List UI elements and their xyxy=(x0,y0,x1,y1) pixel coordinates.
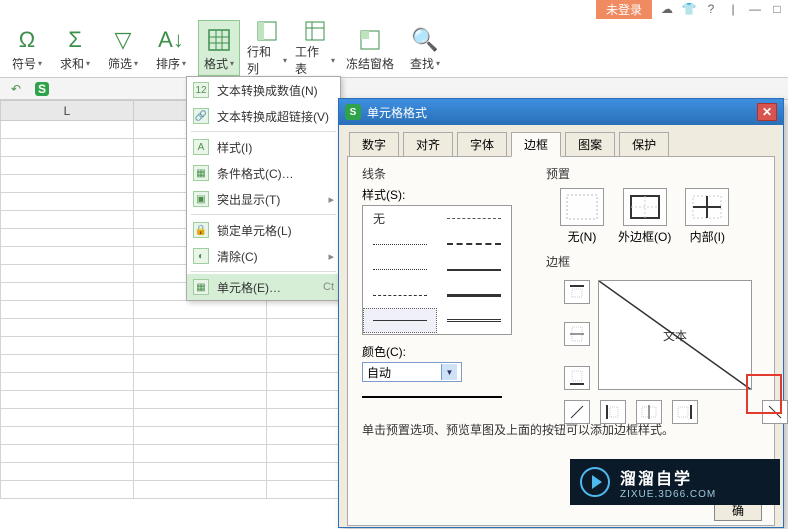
sort-icon: A↓ xyxy=(158,25,184,55)
ribbon-filter[interactable]: ▽ 筛选▾ xyxy=(102,20,144,76)
window-title-bar: 未登录 ☁ 👕 ? | — □ xyxy=(0,0,788,18)
hint-text: 单击预置选项、预览草图及上面的按钮可以添加边框样式。 xyxy=(362,421,674,438)
preset-group-label: 预置 xyxy=(546,165,776,182)
preset-outline[interactable]: 外边框(O) xyxy=(618,188,671,245)
close-button[interactable]: ✕ xyxy=(757,103,777,121)
line-group-label: 线条 xyxy=(362,165,532,182)
line-style-list[interactable]: 无 xyxy=(362,205,512,335)
number-icon: 12 xyxy=(193,82,209,98)
ribbon-find[interactable]: 🔍 查找▾ xyxy=(404,20,446,76)
line-style-dot[interactable] xyxy=(363,232,437,257)
line-style-dot2[interactable] xyxy=(363,257,437,282)
help-icon[interactable]: ? xyxy=(704,2,718,16)
border-top-button[interactable] xyxy=(564,280,590,304)
menu-clear[interactable]: ◐ 清除(C) ▸ xyxy=(187,243,340,269)
ribbon-symbol[interactable]: Ω 符号▾ xyxy=(6,20,48,76)
rowcol-icon xyxy=(255,19,279,43)
preview-text: 文本 xyxy=(663,327,687,344)
preset-none[interactable]: 无(N) xyxy=(560,188,604,245)
skin-icon[interactable]: 👕 xyxy=(682,2,696,16)
back-icon[interactable]: ↶ xyxy=(8,81,24,97)
watermark-name: 溜溜自学 xyxy=(620,465,716,489)
divider: | xyxy=(726,2,740,16)
tab-protect[interactable]: 保护 xyxy=(619,132,669,157)
highlight-icon: ▣ xyxy=(193,191,209,207)
menu-lock-cell[interactable]: 🔒 锁定单元格(L) xyxy=(187,217,340,243)
line-style-dash[interactable] xyxy=(363,283,437,308)
app-logo-icon: S xyxy=(345,104,361,120)
sheet-icon xyxy=(303,19,327,43)
ribbon-rowcol[interactable]: 行和列▾ xyxy=(246,20,288,76)
tab-align[interactable]: 对齐 xyxy=(403,132,453,157)
dialog-tabs: 数字 对齐 字体 边框 图案 保护 xyxy=(339,125,783,156)
ribbon-sort[interactable]: A↓ 排序▾ xyxy=(150,20,192,76)
line-style-dashdot2[interactable] xyxy=(437,232,511,257)
dropdown-arrow-icon: ▼ xyxy=(441,364,457,380)
line-sample xyxy=(362,396,502,398)
line-style-none[interactable]: 无 xyxy=(363,206,437,231)
line-style-solid1[interactable] xyxy=(363,308,437,333)
border-group-label: 边框 xyxy=(546,253,780,270)
col-header-L[interactable]: L xyxy=(1,101,134,121)
search-icon: 🔍 xyxy=(411,25,438,55)
app-icon[interactable]: S xyxy=(34,81,50,97)
menu-highlight[interactable]: ▣ 突出显示(T) ▸ xyxy=(187,186,340,212)
link-icon: 🔗 xyxy=(193,108,209,124)
funnel-icon: ▽ xyxy=(115,25,132,55)
sigma-icon: Σ xyxy=(68,25,82,55)
style-label: 样式(S): xyxy=(362,186,532,203)
menu-style[interactable]: A 样式(I) xyxy=(187,134,340,160)
lock-icon: 🔒 xyxy=(193,222,209,238)
preset-inside[interactable]: 内部(I) xyxy=(685,188,729,245)
play-icon xyxy=(580,467,610,497)
dialog-title-bar[interactable]: S 单元格格式 ✕ xyxy=(339,99,783,125)
border-preview[interactable]: 文本 xyxy=(598,280,752,390)
menu-text-to-link[interactable]: 🔗 文本转换成超链接(V) xyxy=(187,103,340,129)
cond-icon: ▦ xyxy=(193,165,209,181)
ribbon-sum[interactable]: Σ 求和▾ xyxy=(54,20,96,76)
maximize-icon[interactable]: □ xyxy=(770,2,784,16)
cell-icon: ▦ xyxy=(193,279,209,295)
watermark-url: ZIXUE.3D66.COM xyxy=(620,489,716,500)
tab-font[interactable]: 字体 xyxy=(457,132,507,157)
border-right-button[interactable] xyxy=(672,400,698,424)
format-dropdown-menu: 12 文本转换成数值(N) 🔗 文本转换成超链接(V) A 样式(I) ▦ 条件… xyxy=(186,76,341,301)
style-icon: A xyxy=(193,139,209,155)
border-bottom-button[interactable] xyxy=(564,366,590,390)
menu-text-to-value[interactable]: 12 文本转换成数值(N) xyxy=(187,77,340,103)
minimize-icon[interactable]: — xyxy=(748,2,762,16)
tab-pattern[interactable]: 图案 xyxy=(565,132,615,157)
grid-icon xyxy=(207,25,231,55)
ribbon-toolbar: Ω 符号▾ Σ 求和▾ ▽ 筛选▾ A↓ 排序▾ 格式▾ 行和列▾ 工作表▾ 冻… xyxy=(0,18,788,78)
dialog-title: 单元格格式 xyxy=(367,104,427,121)
line-style-solid3[interactable] xyxy=(437,283,511,308)
color-auto-text: 自动 xyxy=(367,364,391,381)
menu-cell-format[interactable]: ▦ 单元格(E)… Ct xyxy=(187,274,340,300)
menu-conditional-format[interactable]: ▦ 条件格式(C)… xyxy=(187,160,340,186)
line-style-double[interactable] xyxy=(437,308,511,333)
tab-number[interactable]: 数字 xyxy=(349,132,399,157)
tab-border[interactable]: 边框 xyxy=(511,132,561,157)
quick-toolbar: ↶ S xyxy=(0,78,788,100)
freeze-icon xyxy=(358,25,382,55)
watermark: 溜溜自学 ZIXUE.3D66.COM xyxy=(570,459,780,505)
eraser-icon: ◐ xyxy=(193,248,209,264)
cloud-icon[interactable]: ☁ xyxy=(660,2,674,16)
ribbon-freeze[interactable]: 冻结窗格 xyxy=(342,20,398,76)
color-label: 颜色(C): xyxy=(362,343,532,360)
border-hmid-button[interactable] xyxy=(564,322,590,346)
login-button[interactable]: 未登录 xyxy=(596,0,652,19)
line-style-solid2[interactable] xyxy=(437,257,511,282)
color-dropdown[interactable]: 自动 ▼ xyxy=(362,362,462,382)
line-style-dashdot[interactable] xyxy=(437,206,511,231)
ribbon-sheet[interactable]: 工作表▾ xyxy=(294,20,336,76)
omega-icon: Ω xyxy=(19,25,35,55)
border-diag-down-button[interactable] xyxy=(762,400,788,424)
ribbon-format[interactable]: 格式▾ xyxy=(198,20,240,76)
